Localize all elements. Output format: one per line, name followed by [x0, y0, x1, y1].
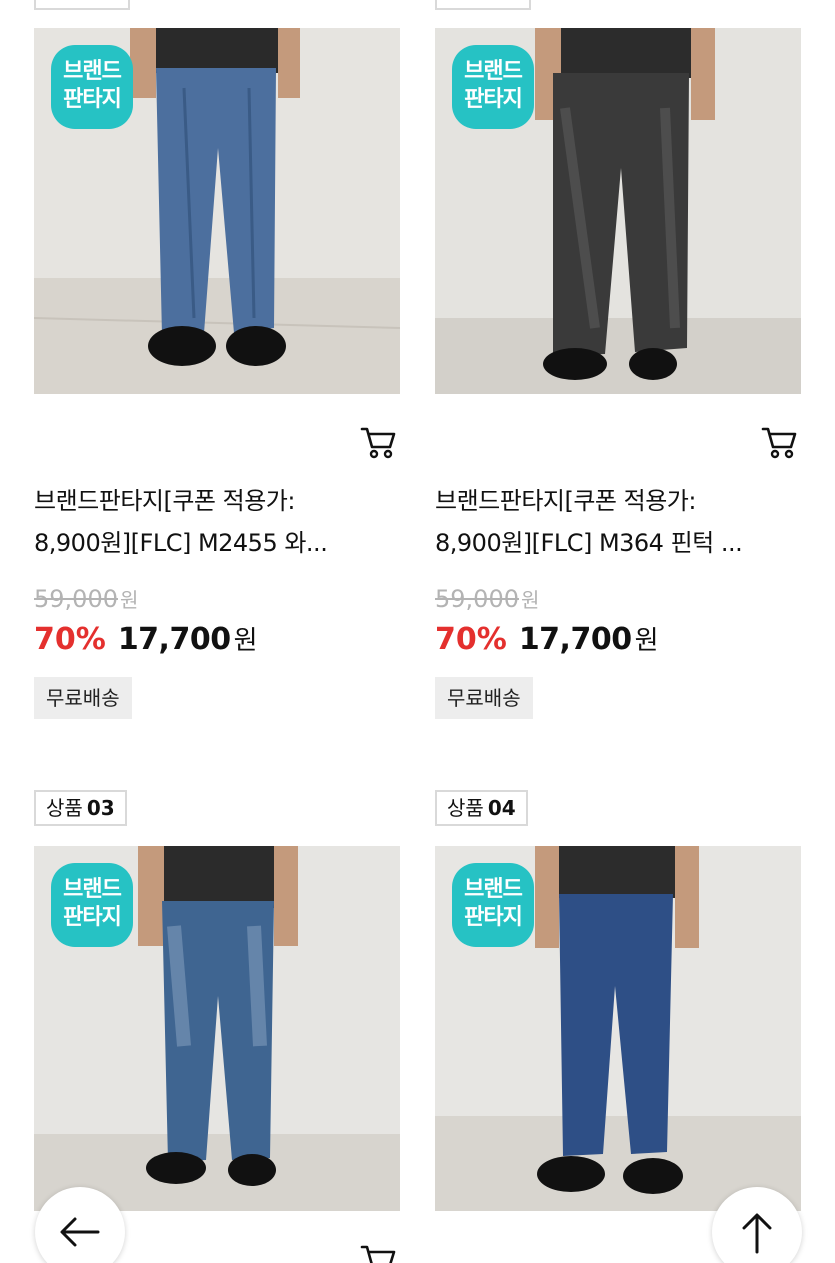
free-shipping-badge-2: 무료배송 — [435, 677, 533, 719]
brand-badge-line-1: 브랜드 — [464, 877, 523, 902]
product-tag-number: 03 — [86, 796, 115, 820]
original-price-value: 59,000 — [435, 585, 519, 613]
product-tag-2 — [435, 0, 531, 10]
arrow-up-icon — [742, 1213, 772, 1254]
brand-badge-line-2: 판타지 — [63, 87, 122, 112]
brand-badge-4: 브랜드 판타지 — [452, 863, 534, 947]
product-title-1[interactable]: 브랜드판타지[쿠폰 적용가: 8,900원][FLC] M2455 와... — [34, 480, 400, 564]
add-to-cart-button-3[interactable] — [360, 1244, 396, 1263]
brand-badge-line-2: 판타지 — [464, 905, 523, 930]
product-tag-number: 04 — [487, 796, 516, 820]
add-to-cart-button-1[interactable] — [360, 426, 396, 460]
cart-icon — [360, 1245, 396, 1263]
product-image-1[interactable]: 브랜드 판타지 — [34, 28, 400, 394]
product-title-line-1: 브랜드판타지[쿠폰 적용가: — [34, 487, 295, 515]
product-title-line-2: 8,900원][FLC] M2455 와... — [34, 529, 328, 557]
sale-price-value: 17,700 — [117, 622, 231, 657]
product-image-4[interactable]: 브랜드 판타지 — [435, 846, 801, 1211]
product-tag-4: 상품 04 — [435, 790, 528, 826]
sale-price-1: 70% 17,700 원 — [34, 620, 258, 657]
product-title-line-1: 브랜드판타지[쿠폰 적용가: — [435, 487, 696, 515]
add-to-cart-button-2[interactable] — [761, 426, 797, 460]
cart-icon — [360, 427, 396, 459]
original-price-unit: 원 — [119, 588, 139, 612]
arrow-left-icon — [60, 1217, 100, 1247]
brand-badge-3: 브랜드 판타지 — [51, 863, 133, 947]
product-tag-3: 상품 03 — [34, 790, 127, 826]
brand-badge-2: 브랜드 판타지 — [452, 45, 534, 129]
original-price-value: 59,000 — [34, 585, 118, 613]
discount-rate: 70% — [435, 622, 507, 657]
original-price-1: 59,000 원 — [34, 584, 138, 613]
sale-price-value: 17,700 — [518, 622, 632, 657]
brand-badge-line-2: 판타지 — [63, 905, 122, 930]
brand-badge-line-1: 브랜드 — [63, 59, 122, 84]
product-title-2[interactable]: 브랜드판타지[쿠폰 적용가: 8,900원][FLC] M364 핀턱 ... — [435, 480, 801, 564]
original-price-unit: 원 — [520, 588, 540, 612]
product-image-2[interactable]: 브랜드 판타지 — [435, 28, 801, 394]
brand-badge-1: 브랜드 판타지 — [51, 45, 133, 129]
sale-price-unit: 원 — [233, 626, 258, 656]
free-shipping-badge-1: 무료배송 — [34, 677, 132, 719]
product-tag-label: 상품 — [447, 796, 484, 820]
sale-price-unit: 원 — [634, 626, 659, 656]
product-tag-1 — [34, 0, 130, 10]
product-image-3[interactable]: 브랜드 판타지 — [34, 846, 400, 1211]
sale-price-2: 70% 17,700 원 — [435, 620, 659, 657]
product-tag-label: 상품 — [46, 796, 83, 820]
discount-rate: 70% — [34, 622, 106, 657]
brand-badge-line-2: 판타지 — [464, 87, 523, 112]
brand-badge-line-1: 브랜드 — [63, 877, 122, 902]
product-title-line-2: 8,900원][FLC] M364 핀턱 ... — [435, 529, 743, 557]
cart-icon — [761, 427, 797, 459]
brand-badge-line-1: 브랜드 — [464, 59, 523, 84]
original-price-2: 59,000 원 — [435, 584, 539, 613]
product-grid-page: 브랜드 판타지 브랜드판타지[쿠폰 적용가: 8,900원][FLC] M245… — [0, 0, 835, 1263]
